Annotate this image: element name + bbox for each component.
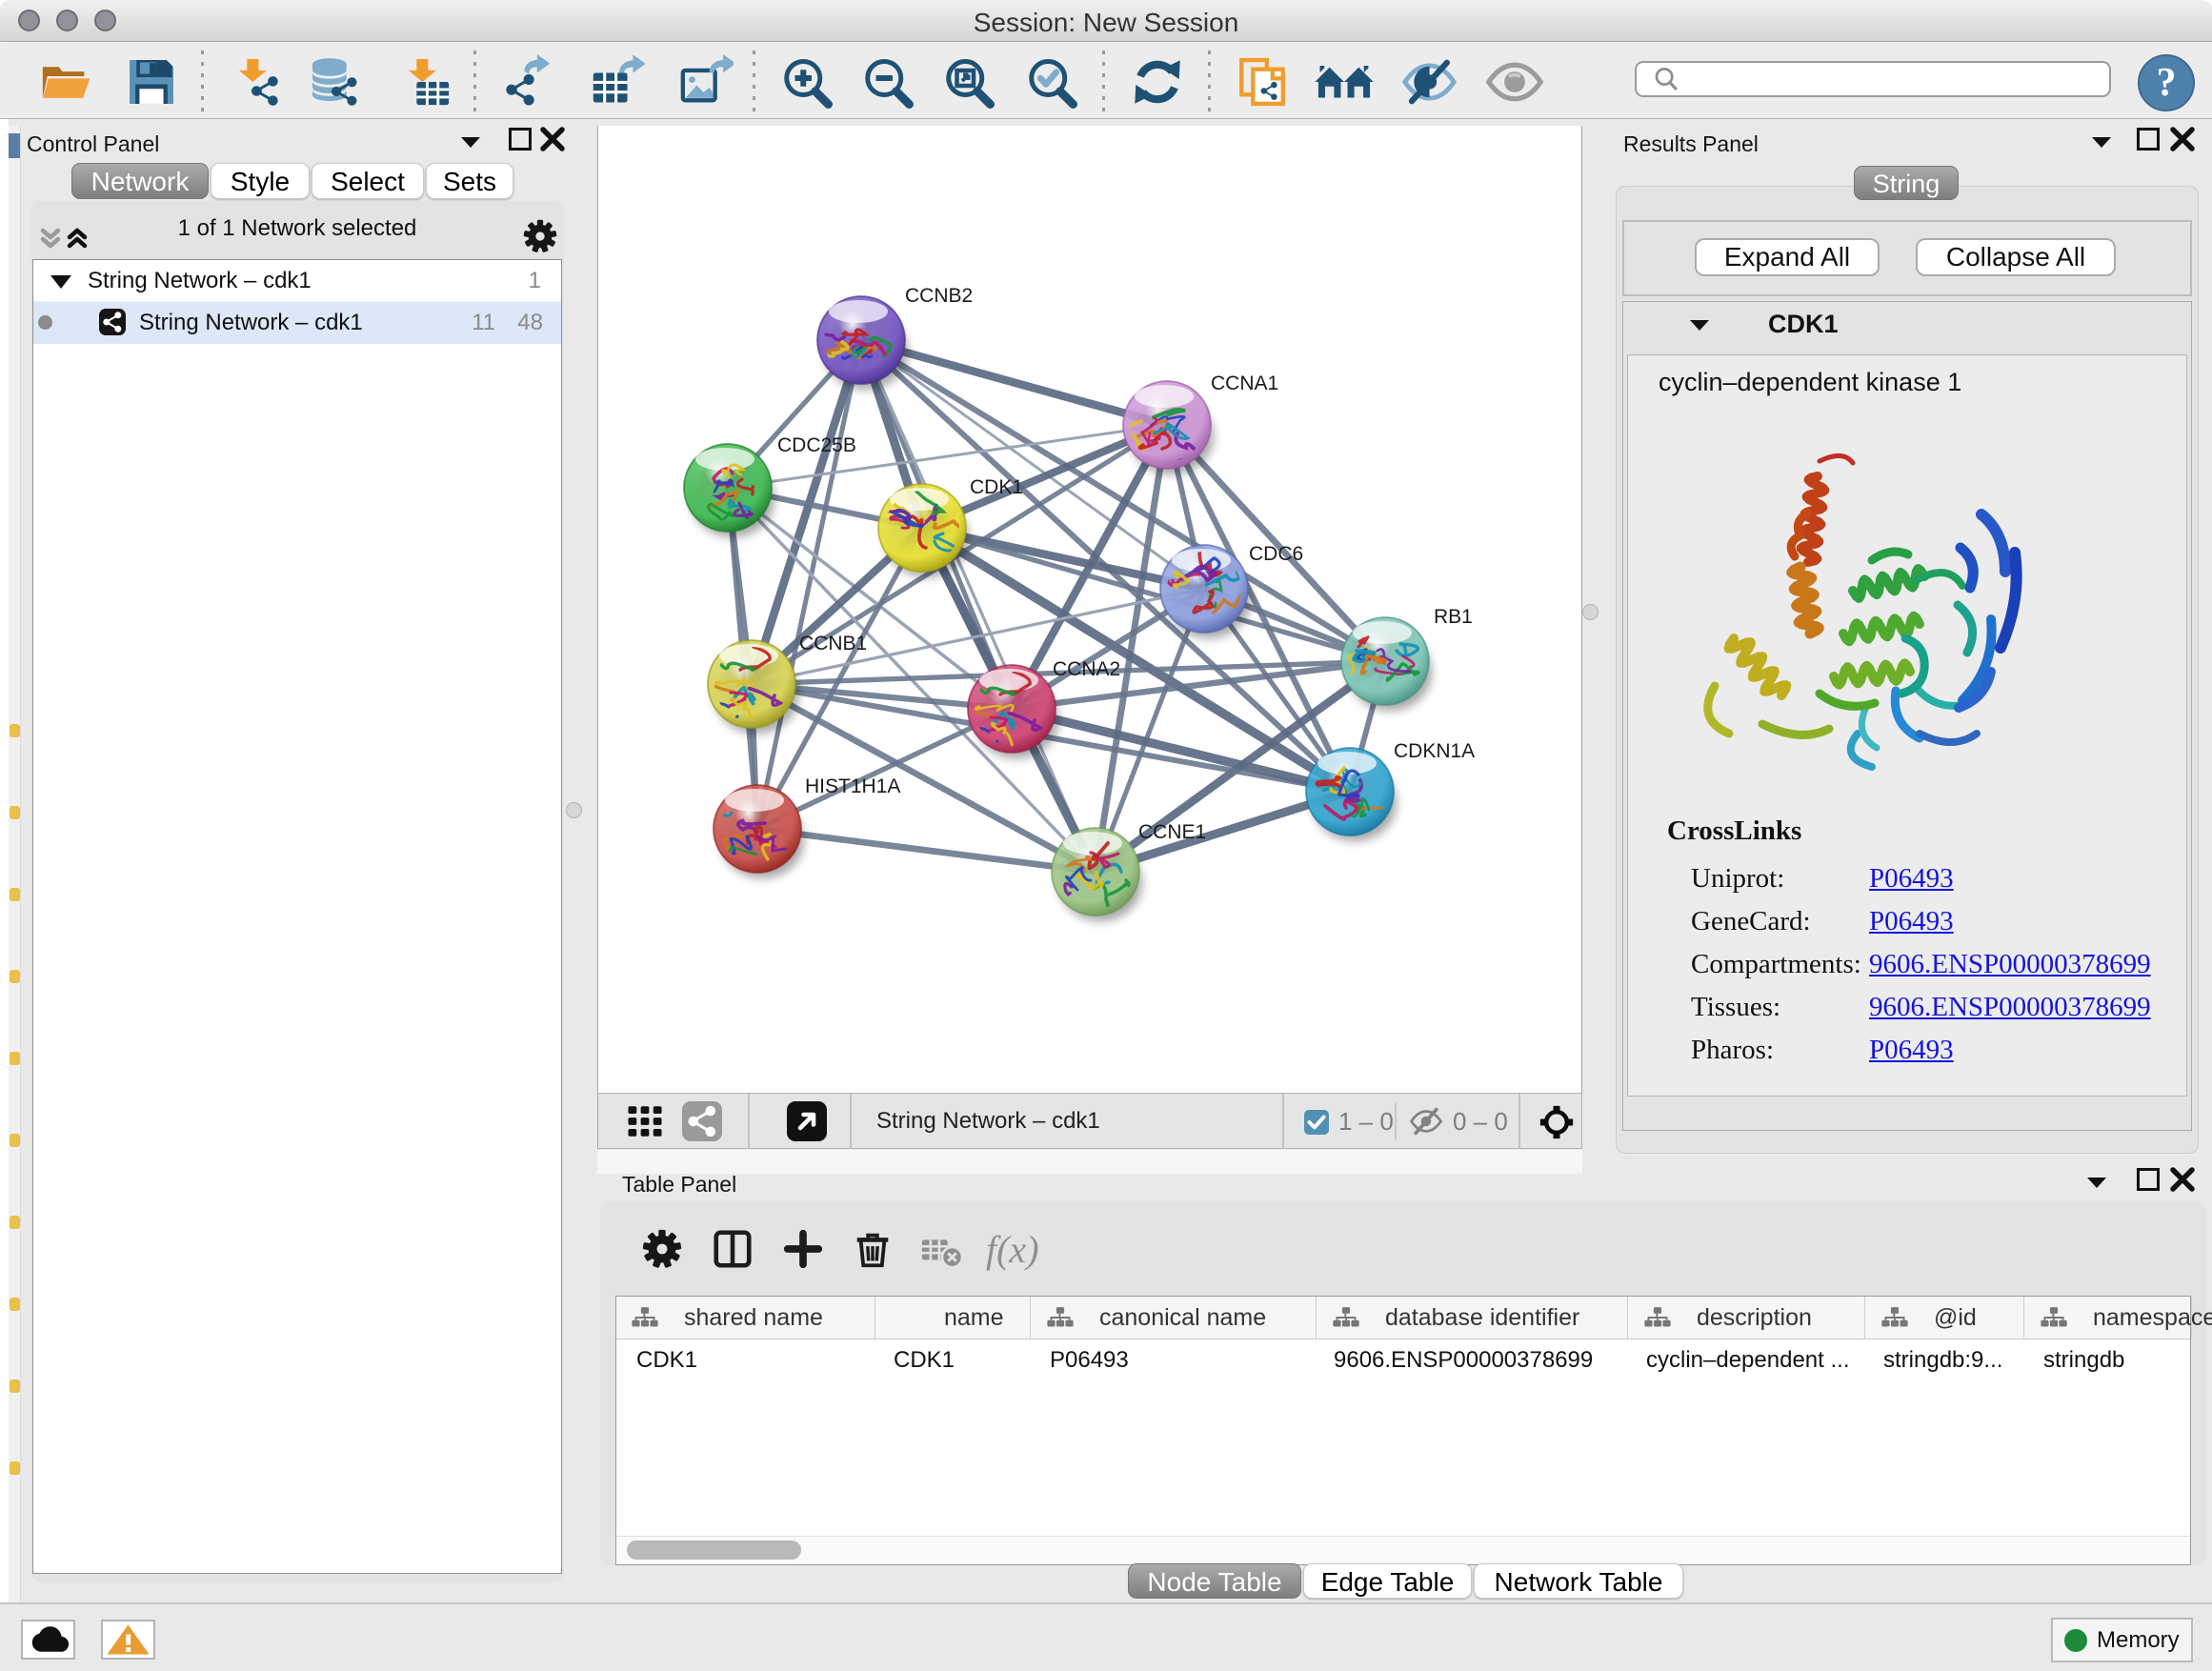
svg-text:CCNA1: CCNA1	[1211, 372, 1278, 394]
svg-text:CCNE1: CCNE1	[1138, 821, 1206, 843]
svg-text:CCNB2: CCNB2	[905, 285, 973, 307]
svg-text:CCNA2: CCNA2	[1053, 658, 1120, 680]
svg-text:HIST1H1A: HIST1H1A	[805, 775, 900, 797]
svg-text:CDKN1A: CDKN1A	[1394, 740, 1475, 762]
svg-text:CDC25B: CDC25B	[777, 434, 856, 456]
svg-text:CCNB1: CCNB1	[799, 633, 867, 654]
svg-text:CDK1: CDK1	[970, 476, 1023, 498]
svg-text:RB1: RB1	[1434, 606, 1473, 628]
svg-text:CDC6: CDC6	[1249, 543, 1303, 565]
